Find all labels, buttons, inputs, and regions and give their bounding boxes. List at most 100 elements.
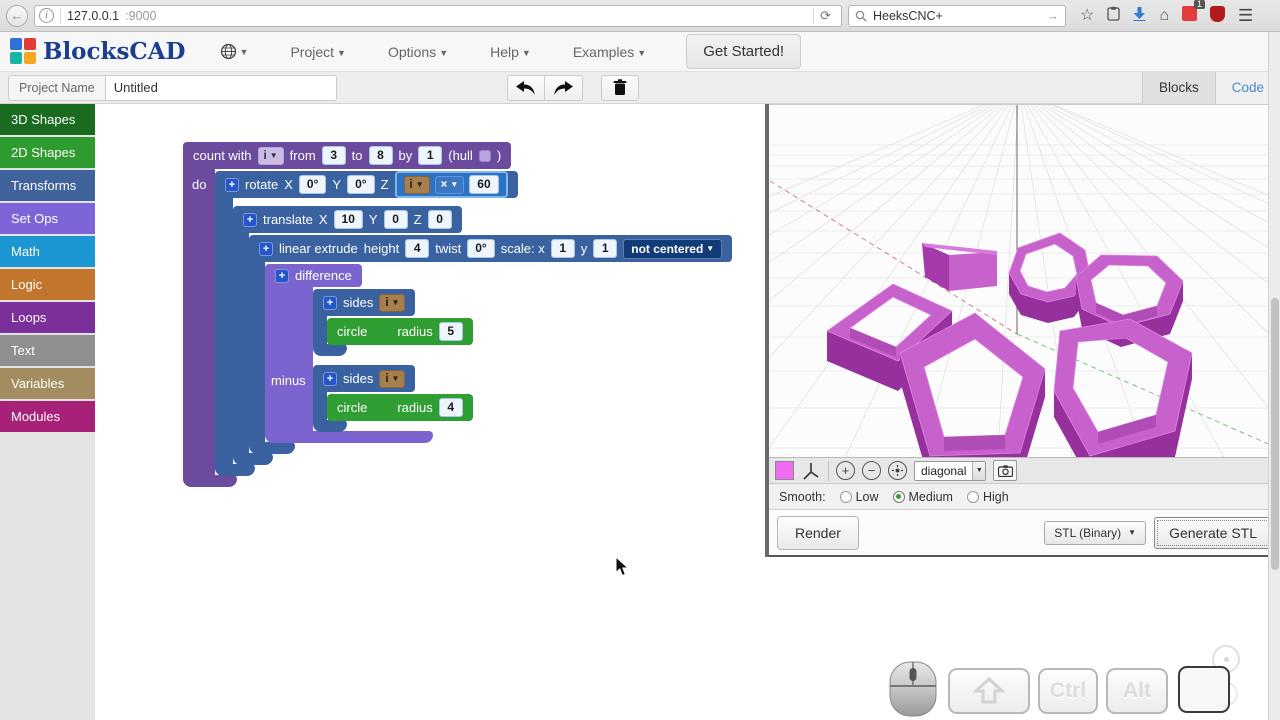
3d-scene	[769, 105, 1280, 457]
sidebar-item-text[interactable]: Text	[0, 335, 95, 366]
block-math-multiply[interactable]: i▼ ×▼ 60	[395, 171, 508, 198]
downloads-icon[interactable]	[1133, 7, 1146, 24]
sidebar-item-modules[interactable]: Modules	[0, 401, 95, 432]
sidebar-item-2d-shapes[interactable]: 2D Shapes	[0, 137, 95, 168]
site-info-icon[interactable]: i	[39, 8, 54, 23]
collapse-plus-icon[interactable]: +	[225, 178, 239, 192]
get-started-button[interactable]: Get Started!	[686, 34, 801, 69]
extrude-twist-field[interactable]: 0°	[467, 239, 494, 258]
translate-z-field[interactable]: 0	[428, 210, 452, 229]
pocket-icon[interactable]	[1107, 6, 1120, 25]
url-bar[interactable]: i 127.0.0.1:9000 ⟳	[34, 5, 842, 27]
collapse-plus-icon[interactable]: +	[275, 269, 289, 283]
menu-options[interactable]: Options▼	[388, 44, 448, 60]
smooth-radio-high[interactable]: High	[967, 490, 1009, 504]
block-rotate[interactable]: + rotate X 0° Y 0° Z i▼ ×▼ 60	[215, 171, 732, 476]
page-scrollbar[interactable]	[1268, 32, 1280, 720]
zoom-reset-button[interactable]	[888, 461, 907, 480]
collapse-plus-icon[interactable]: +	[323, 296, 337, 310]
multiply-value-field[interactable]: 60	[469, 175, 498, 194]
generate-stl-button[interactable]: Generate STL	[1154, 517, 1272, 549]
shield-icon[interactable]	[1210, 6, 1225, 26]
project-name-input[interactable]	[105, 75, 337, 101]
rotate-x-field[interactable]: 0°	[299, 175, 326, 194]
trash-button[interactable]	[601, 75, 639, 101]
block-difference[interactable]: + difference	[265, 264, 732, 443]
reload-button[interactable]: ⟳	[813, 8, 837, 24]
extrude-scale-y-field[interactable]: 1	[593, 239, 617, 258]
sidebar-item-transforms[interactable]: Transforms	[0, 170, 95, 201]
sides-variable-chip[interactable]: i▼	[379, 294, 405, 312]
sidebar-item-logic[interactable]: Logic	[0, 269, 95, 300]
home-icon[interactable]: ⌂	[1159, 8, 1169, 24]
smooth-radio-medium[interactable]: Medium	[893, 490, 953, 504]
sidebar-item-loops[interactable]: Loops	[0, 302, 95, 333]
caret-down-icon: ▼	[637, 48, 646, 58]
count-from-field[interactable]: 3	[322, 146, 346, 165]
alt-key-hint: Alt	[1106, 668, 1168, 714]
translate-y-field[interactable]: 0	[384, 210, 408, 229]
axes-toggle-icon[interactable]	[801, 461, 821, 481]
sidebar-item-math[interactable]: Math	[0, 236, 95, 267]
block-sides-bottom[interactable]: + sides i▼	[313, 365, 732, 432]
sides-variable-chip[interactable]: i▼	[379, 370, 405, 388]
variable-i-chip[interactable]: i▼	[404, 176, 430, 194]
extrude-scale-x-field[interactable]: 1	[551, 239, 575, 258]
operator-dropdown[interactable]: ×▼	[435, 176, 465, 194]
zoom-out-button[interactable]: −	[862, 461, 881, 480]
blockscad-logo[interactable]: BlocksCAD	[10, 38, 186, 65]
block-count-loop[interactable]: count with i▼ from 3 to 8 by 1 (hull ) d…	[183, 142, 732, 487]
render-row: Render STL (Binary) ▼ Generate STL	[769, 510, 1280, 555]
circle-radius-field[interactable]: 5	[439, 322, 463, 341]
language-menu[interactable]: ▼	[220, 43, 249, 60]
logo-blocks-icon	[10, 38, 37, 65]
tab-blocks[interactable]: Blocks	[1142, 72, 1215, 104]
3d-viewport-canvas[interactable]	[769, 104, 1280, 457]
block-linear-extrude[interactable]: + linear extrude height 4 twist 0° scale…	[249, 235, 732, 454]
sidebar-item-variables[interactable]: Variables	[0, 368, 95, 399]
screenshot-button[interactable]	[993, 460, 1017, 481]
sidebar-item-3d-shapes[interactable]: 3D Shapes	[0, 104, 95, 135]
menu-project[interactable]: Project▼	[290, 44, 346, 60]
centered-dropdown[interactable]: not centered▼	[623, 239, 722, 259]
render-button[interactable]: Render	[777, 516, 859, 550]
scrollbar-thumb[interactable]	[1271, 298, 1279, 570]
by-label: by	[399, 148, 413, 163]
stl-format-select[interactable]: STL (Binary) ▼	[1044, 521, 1146, 545]
sidebar-item-set-ops[interactable]: Set Ops	[0, 203, 95, 234]
view-tabs: Blocks Code	[1142, 72, 1280, 104]
count-to-field[interactable]: 8	[369, 146, 393, 165]
hull-checkbox[interactable]	[479, 150, 491, 162]
block-circle-bottom[interactable]: circle radius 4	[327, 394, 473, 421]
height-label: height	[364, 241, 399, 256]
search-input[interactable]: HeeksCNC+ →	[848, 5, 1066, 27]
collapse-plus-icon[interactable]: +	[259, 242, 273, 256]
camera-view-select[interactable]: diagonal ▼	[914, 461, 986, 481]
back-button[interactable]: ←	[6, 5, 28, 27]
translate-x-field[interactable]: 10	[334, 210, 363, 229]
redo-icon	[552, 80, 574, 96]
blockly-workspace[interactable]: count with i▼ from 3 to 8 by 1 (hull ) d…	[95, 104, 765, 720]
zoom-in-button[interactable]: +	[836, 461, 855, 480]
menu-help[interactable]: Help▼	[490, 44, 531, 60]
collapse-plus-icon[interactable]: +	[243, 213, 257, 227]
block-translate[interactable]: + translate X 10 Y 0 Z 0	[233, 206, 732, 465]
smooth-radio-low[interactable]: Low	[840, 490, 879, 504]
count-by-field[interactable]: 1	[418, 146, 442, 165]
menu-examples[interactable]: Examples▼	[573, 44, 646, 60]
rotate-y-field[interactable]: 0°	[347, 175, 374, 194]
circle-radius-field[interactable]: 4	[439, 398, 463, 417]
search-go-icon[interactable]: →	[1047, 9, 1060, 23]
color-swatch-button[interactable]	[775, 461, 794, 480]
count-variable-dropdown[interactable]: i▼	[258, 147, 284, 165]
extension-icon[interactable]: 1	[1182, 6, 1197, 25]
camera-icon	[998, 465, 1013, 477]
block-sides-top[interactable]: + sides i▼ circle	[313, 289, 732, 356]
undo-button[interactable]	[507, 75, 545, 101]
redo-button[interactable]	[545, 75, 583, 101]
menu-hamburger-icon[interactable]: ☰	[1238, 7, 1253, 24]
collapse-plus-icon[interactable]: +	[323, 372, 337, 386]
block-circle-top[interactable]: circle radius 5	[327, 318, 473, 345]
bookmark-star-icon[interactable]: ☆	[1080, 8, 1094, 24]
extrude-height-field[interactable]: 4	[405, 239, 429, 258]
